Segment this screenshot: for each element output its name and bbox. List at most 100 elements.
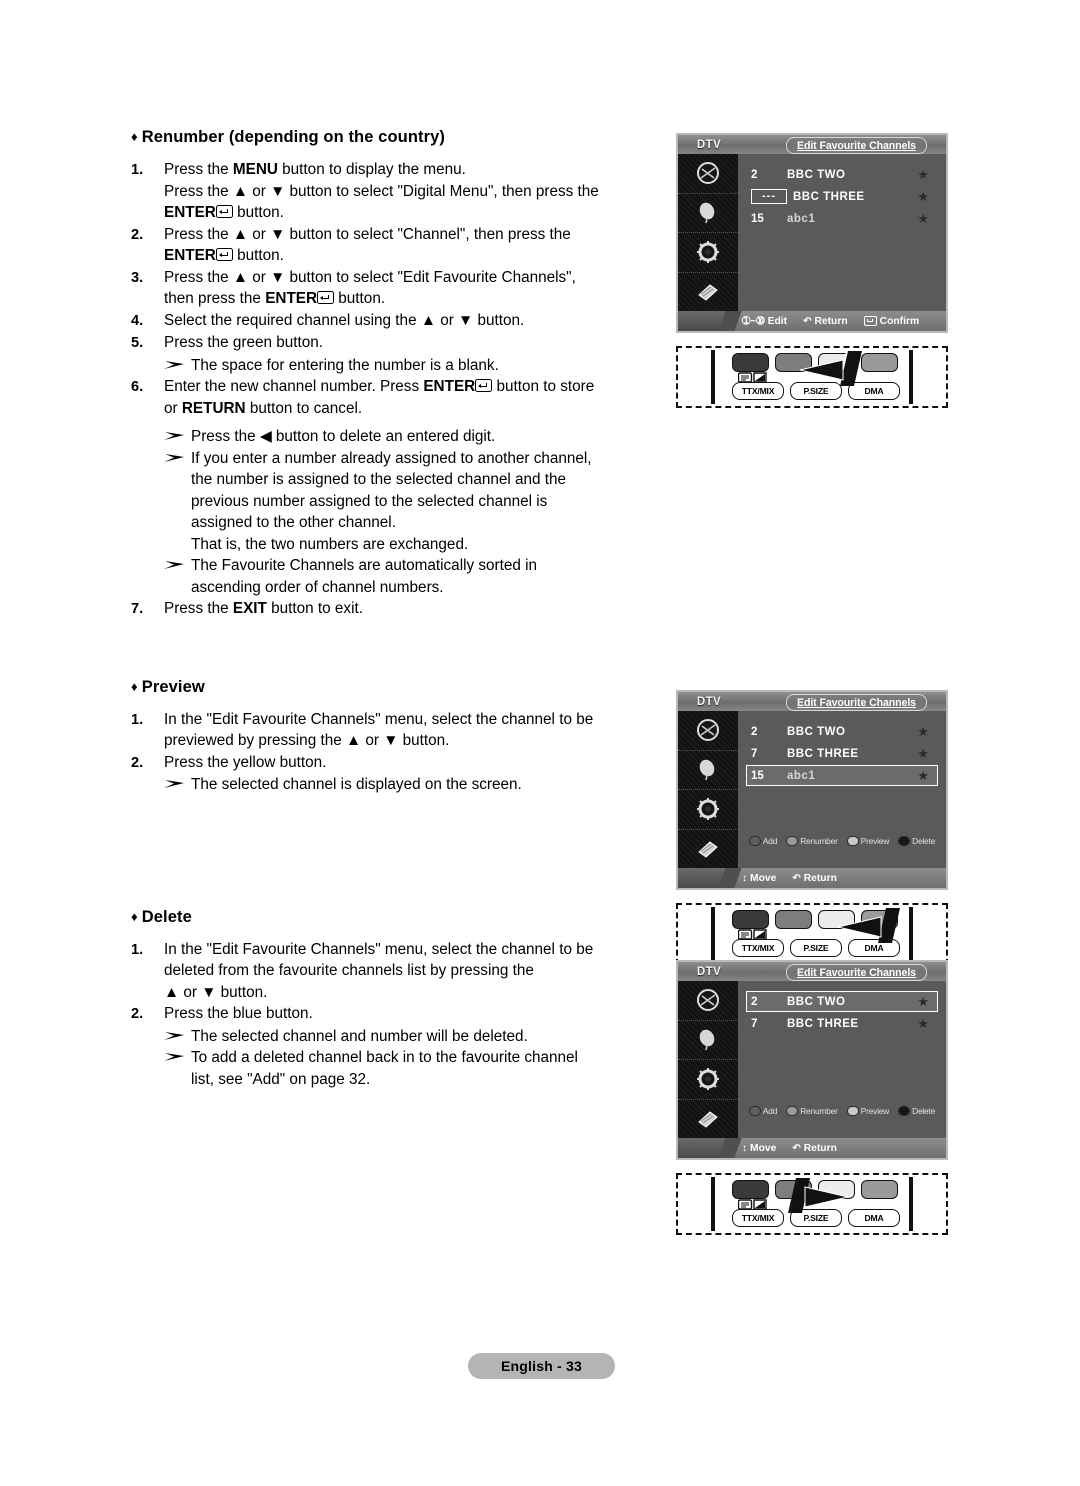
favourite-star-icon: ★ [917, 767, 929, 783]
remote-green: TTX/MIX P.SIZE DMA [676, 346, 948, 408]
osd-body: 2 BBC TWO ★ 7 BBC THREE ★ 15 abc1 ★ Add … [678, 711, 946, 868]
footer-action-return[interactable]: ↶ Return [792, 1143, 837, 1154]
footer-action-move[interactable]: ↕ Move [742, 1143, 776, 1154]
step-text-part: button to exit. [266, 600, 363, 617]
footer-action-move[interactable]: ↕ Move [742, 873, 776, 884]
red-button[interactable] [732, 910, 769, 929]
legend-add[interactable]: Add [748, 836, 777, 846]
legend-label: Delete [912, 1106, 936, 1116]
table-row[interactable]: 7 BBC THREE ★ [746, 743, 938, 764]
favourite-star-icon: ★ [917, 166, 929, 182]
legend-preview[interactable]: Preview [846, 836, 889, 846]
note-readd-channel: To add a deleted channel back in to the … [131, 1047, 653, 1090]
table-row[interactable]: 7 BBC THREE ★ [746, 1013, 938, 1034]
remote-edge-left [711, 1177, 715, 1231]
sidebar-item-picture[interactable] [678, 154, 738, 194]
enter-return-arrow-icon [215, 248, 233, 261]
green-dot-icon [786, 1106, 799, 1116]
footer-action-edit[interactable]: ➀~➉ Edit [742, 316, 787, 327]
page-number-badge: English - 33 [468, 1353, 615, 1379]
channel-number: 7 [751, 1017, 758, 1030]
sidebar-item-input[interactable] [678, 273, 738, 312]
favourite-star-icon: ★ [917, 993, 929, 1009]
sidebar-item-setup[interactable] [678, 790, 738, 830]
enter-keyword: ENTER [164, 204, 216, 221]
ttx-mix-button[interactable]: TTX/MIX [732, 939, 784, 957]
legend-add[interactable]: Add [748, 1106, 777, 1116]
note-line: previous number assigned to the selected… [191, 492, 548, 510]
ttx-mix-button[interactable]: TTX/MIX [732, 382, 784, 400]
footer-action-confirm[interactable]: Confirm [863, 315, 919, 327]
legend-delete[interactable]: Delete [898, 1106, 935, 1116]
step-text-part: button. [232, 247, 284, 264]
red-button[interactable] [732, 353, 769, 372]
pointer-arrow-blue [788, 1178, 849, 1213]
enter-icon [863, 315, 877, 327]
legend-renumber[interactable]: Renumber [786, 836, 838, 846]
table-row-selected[interactable]: 2 BBC TWO ★ [746, 991, 938, 1012]
note-line: If you enter a number already assigned t… [191, 449, 592, 467]
step-text: Press the MENU button to display the men… [164, 159, 653, 224]
sidebar-item-channel[interactable] [678, 751, 738, 790]
step-number: 4. [131, 312, 144, 329]
return-keyword: RETURN [181, 399, 246, 417]
step-2-preview: 2. Press the yellow button. [131, 752, 653, 775]
legend-delete[interactable]: Delete [898, 836, 935, 846]
enter-keyword: ENTER [265, 290, 318, 307]
note-text: The selected channel and number will be … [191, 1027, 528, 1045]
enter-keyword: ENTER [423, 378, 476, 395]
return-arrow-icon: ↶ [803, 315, 812, 327]
step-number: 2. [131, 754, 144, 771]
step-number: 1. [131, 162, 144, 178]
step-text-part: Press the ▲ or ▼ button to select "Digit… [164, 182, 599, 200]
return-arrow-icon: ↶ [792, 872, 801, 884]
osd-screen-preview: DTV Edit Favourite Channels 2 BBC TWO ★ … [676, 690, 948, 890]
table-row[interactable]: --- BBC THREE ★ [746, 186, 938, 207]
green-button[interactable] [775, 910, 812, 929]
note-arrow-icon [164, 426, 191, 447]
footer-action-label: Return [803, 872, 837, 884]
legend-label: Renumber [800, 836, 838, 846]
legend-preview[interactable]: Preview [846, 1106, 889, 1116]
table-row[interactable]: 2 BBC TWO ★ [746, 164, 938, 185]
step-2-renumber: 2. Press the ▲ or ▼ button to select "Ch… [131, 224, 653, 267]
up-down-arrow-icon: ↕ [742, 1142, 747, 1154]
sidebar-item-channel[interactable] [678, 194, 738, 233]
red-dot-icon [748, 836, 761, 846]
p-size-button[interactable]: P.SIZE [790, 939, 842, 957]
table-row-selected[interactable]: 15 abc1 ★ [746, 765, 938, 786]
note-text: The Favourite Channels are automatically… [191, 555, 653, 598]
step-4-renumber: 4. Select the required channel using the… [131, 310, 653, 333]
sidebar-item-setup[interactable] [678, 233, 738, 273]
sidebar-item-setup[interactable] [678, 1060, 738, 1100]
footer-action-return[interactable]: ↶ Return [803, 316, 848, 327]
step-3-renumber: 3. Press the ▲ or ▼ button to select "Ed… [131, 267, 653, 310]
note-arrow-icon [164, 355, 191, 376]
step-text: Press the EXIT button to exit. [164, 598, 653, 621]
red-dot-icon [748, 1106, 761, 1116]
footer-action-return[interactable]: ↶ Return [792, 873, 837, 884]
sidebar-item-picture[interactable] [678, 711, 738, 751]
osd-footer: ➀~➉ Edit ↶ Return Confirm [678, 311, 946, 331]
color-key-legend: Add Renumber Preview Delete [738, 834, 946, 848]
legend-renumber[interactable]: Renumber [786, 1106, 838, 1116]
step-5-renumber: 5. Press the green button. [131, 332, 653, 355]
enter-return-arrow-icon [317, 291, 335, 304]
favourite-star-icon: ★ [917, 188, 929, 204]
sidebar-item-picture[interactable] [678, 981, 738, 1021]
osd-sidebar [678, 711, 738, 868]
channel-number-input[interactable]: --- [751, 189, 787, 204]
osd-sidebar [678, 154, 738, 311]
sidebar-item-input[interactable] [678, 1100, 738, 1139]
channel-number: 7 [751, 747, 758, 760]
table-row[interactable]: 2 BBC TWO ★ [746, 721, 938, 742]
figure-delete: DTV Edit Favourite Channels 2 BBC TWO ★ … [676, 960, 966, 1235]
sidebar-item-channel[interactable] [678, 1021, 738, 1060]
step-2-delete: 2. Press the blue button. [131, 1003, 653, 1026]
sidebar-item-input[interactable] [678, 830, 738, 869]
bullet-diamond-icon: ♦ [131, 908, 138, 924]
favourite-star-icon: ★ [917, 745, 929, 761]
step-1-delete: 1. In the "Edit Favourite Channels" menu… [131, 939, 653, 1004]
up-down-arrow-icon: ↕ [742, 872, 747, 884]
table-row[interactable]: 15 abc1 ★ [746, 208, 938, 229]
